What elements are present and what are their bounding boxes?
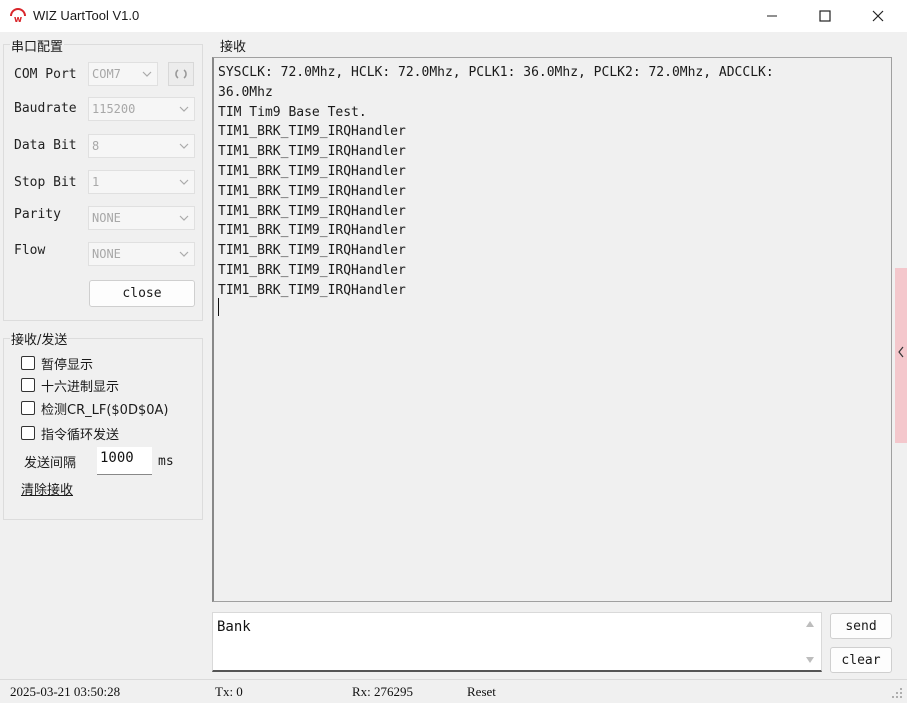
window-title: WIZ UartTool V1.0: [33, 8, 140, 23]
chevron-down-icon: [179, 143, 189, 149]
chevron-down-icon: [179, 106, 189, 112]
send-textarea[interactable]: Bank: [212, 612, 822, 672]
chevron-left-icon[interactable]: [896, 345, 906, 359]
receive-line: TIM1_BRK_TIM9_IRQHandler: [218, 282, 406, 298]
checkbox-box[interactable]: [21, 378, 35, 392]
com-port-value: COM7: [92, 67, 121, 81]
clear-send-button[interactable]: clear: [830, 647, 892, 673]
resize-grip-icon[interactable]: [890, 686, 904, 700]
chevron-down-icon: [142, 71, 152, 77]
chevron-down-icon: [179, 179, 189, 185]
com-port-select[interactable]: COM7: [88, 62, 158, 86]
parity-value: NONE: [92, 211, 121, 225]
chevron-down-icon: [179, 215, 189, 221]
data-bit-select[interactable]: 8: [88, 134, 195, 158]
data-bit-value: 8: [92, 139, 100, 153]
scroll-up-icon[interactable]: [804, 618, 816, 630]
minimize-button[interactable]: [749, 0, 795, 32]
receive-textarea[interactable]: SYSCLK: 72.0Mhz, HCLK: 72.0Mhz, PCLK1: 3…: [212, 57, 892, 602]
receive-line: TIM1_BRK_TIM9_IRQHandler: [218, 163, 406, 179]
send-interval-label: 发送间隔: [24, 456, 77, 471]
receive-line: TIM1_BRK_TIM9_IRQHandler: [218, 243, 406, 259]
close-port-button[interactable]: close: [89, 280, 195, 307]
maximize-icon: [819, 10, 831, 22]
refresh-ports-button[interactable]: [168, 62, 194, 86]
hex-display-label: 十六进制显示: [41, 379, 120, 395]
close-window-button[interactable]: [855, 0, 901, 32]
stop-bit-select[interactable]: 1: [88, 170, 195, 194]
recv-send-label: 接收/发送: [10, 329, 69, 348]
detect-crlf-label: 检测CR_LF($0D$0A): [41, 402, 169, 418]
maximize-button[interactable]: [802, 0, 848, 32]
status-tx-count: Tx: 0: [215, 684, 243, 699]
receive-line: TIM1_BRK_TIM9_IRQHandler: [218, 262, 406, 278]
stop-bit-value: 1: [92, 175, 100, 189]
serial-config-label: 串口配置: [10, 36, 65, 55]
status-timestamp: 2025-03-21 03:50:28: [10, 684, 121, 699]
minimize-icon: [767, 15, 777, 17]
baudrate-value: 115200: [92, 102, 136, 116]
flow-select[interactable]: NONE: [88, 242, 195, 266]
receive-line: SYSCLK: 72.0Mhz, HCLK: 72.0Mhz, PCLK1: 3…: [218, 65, 774, 80]
pause-display-checkbox[interactable]: 暂停显示: [21, 354, 94, 373]
data-bit-label: Data Bit: [14, 138, 77, 153]
pause-display-label: 暂停显示: [41, 357, 94, 373]
chevron-down-icon: [179, 251, 189, 257]
receive-label: 接收: [219, 36, 248, 55]
flow-label: Flow: [14, 243, 46, 258]
svg-text:w: w: [14, 15, 22, 24]
receive-line: TIM1_BRK_TIM9_IRQHandler: [218, 203, 406, 219]
baudrate-label: Baudrate: [14, 101, 77, 116]
stop-bit-label: Stop Bit: [14, 175, 77, 190]
receive-line: TIM1_BRK_TIM9_IRQHandler: [218, 124, 406, 140]
checkbox-box[interactable]: [21, 401, 35, 415]
interval-unit-label: ms: [158, 454, 174, 469]
loop-send-checkbox[interactable]: 指令循环发送: [21, 424, 120, 443]
hex-display-checkbox[interactable]: 十六进制显示: [21, 376, 120, 395]
receive-line: TIM1_BRK_TIM9_IRQHandler: [218, 183, 406, 199]
text-caret: [218, 298, 219, 316]
detect-crlf-checkbox[interactable]: 检测CR_LF($0D$0A): [21, 399, 169, 418]
clear-receive-link[interactable]: 清除接收: [21, 479, 73, 498]
refresh-icon: [175, 69, 187, 79]
com-port-label: COM Port: [14, 67, 77, 82]
title-bar: w WIZ UartTool V1.0: [0, 0, 907, 32]
checkbox-box[interactable]: [21, 356, 35, 370]
flow-value: NONE: [92, 247, 121, 261]
parity-select[interactable]: NONE: [88, 206, 195, 230]
baudrate-select[interactable]: 115200: [88, 97, 195, 121]
receive-line: TIM Tim9 Base Test.: [218, 104, 367, 120]
parity-label: Parity: [14, 207, 61, 222]
send-button[interactable]: send: [830, 613, 892, 639]
loop-send-label: 指令循环发送: [41, 427, 120, 443]
scroll-down-icon[interactable]: [804, 654, 816, 666]
reset-counter-button[interactable]: Reset: [467, 684, 496, 700]
status-rx-count: Rx: 276295: [352, 684, 414, 699]
close-icon: [872, 10, 884, 22]
receive-line: 36.0Mhz: [218, 84, 273, 100]
receive-line: TIM1_BRK_TIM9_IRQHandler: [218, 144, 406, 160]
status-bar: 2025-03-21 03:50:28 Tx: 0 Rx: 276295 Res…: [0, 679, 907, 703]
receive-line: TIM1_BRK_TIM9_IRQHandler: [218, 223, 406, 239]
send-interval-input[interactable]: 1000: [97, 447, 152, 475]
checkbox-box[interactable]: [21, 426, 35, 440]
wiz-logo-icon: w: [10, 8, 26, 24]
